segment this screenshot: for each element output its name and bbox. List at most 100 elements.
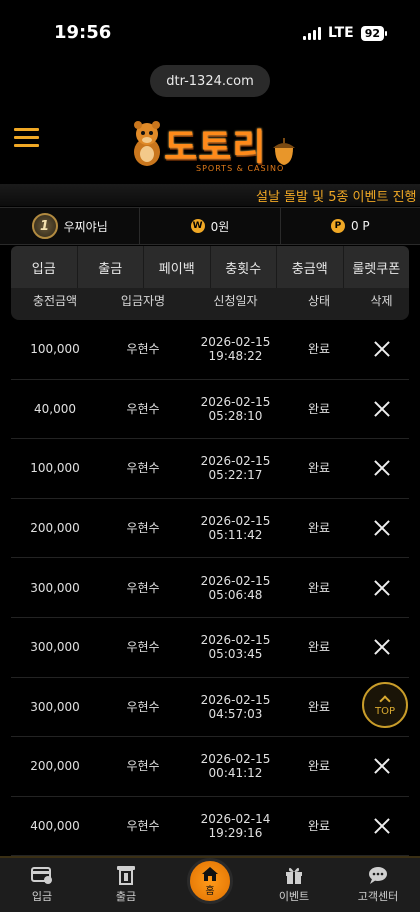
cell-date-time: 05:03:45 bbox=[208, 647, 263, 662]
delete-x-icon[interactable] bbox=[374, 639, 390, 655]
withdraw-icon bbox=[117, 866, 135, 885]
cell-delete bbox=[354, 401, 409, 417]
url-bar[interactable]: dtr-1324.com bbox=[150, 65, 270, 97]
cell-amount: 300,000 bbox=[30, 640, 80, 655]
column-header-depositor: 입금자명 bbox=[120, 293, 166, 308]
tab-charge-count[interactable]: 충횟수 bbox=[209, 246, 277, 288]
delete-x-icon[interactable] bbox=[374, 341, 390, 357]
cell-date: 2026-02-15 05:06:48 bbox=[187, 574, 284, 602]
cell-amount: 40,000 bbox=[34, 401, 76, 416]
cell-date-time: 00:41:12 bbox=[208, 766, 263, 781]
logo-text: 도토리 bbox=[164, 127, 267, 168]
chat-icon bbox=[369, 867, 387, 884]
table-row: 40,000 우현수 2026-02-15 05:28:10 완료 bbox=[11, 380, 409, 440]
delete-x-icon[interactable] bbox=[374, 401, 390, 417]
tab-deposit[interactable]: 입금 bbox=[11, 246, 77, 288]
chevron-up-icon bbox=[379, 695, 391, 707]
cell-delete bbox=[354, 460, 409, 476]
tab-roulette-coupon[interactable]: 룰렛쿠폰 bbox=[342, 246, 410, 288]
cell-date-day: 2026-02-15 bbox=[200, 633, 271, 648]
site-header: 도토리 SPORTS & CASINO bbox=[0, 108, 420, 188]
menu-icon[interactable] bbox=[14, 128, 39, 148]
cell-status: 완료 bbox=[307, 640, 331, 655]
nav-home-button[interactable]: 홈 bbox=[187, 858, 233, 904]
cell-depositor: 우현수 bbox=[126, 759, 160, 774]
cell-status: 완료 bbox=[307, 819, 331, 834]
cell-date-day: 2026-02-15 bbox=[200, 752, 271, 767]
cell-amount: 200,000 bbox=[30, 521, 80, 536]
history-tabs: 입금 출금 페이백 충횟수 충금액 룰렛쿠폰 bbox=[11, 246, 409, 288]
status-bar: 19:56 LTE 92 bbox=[0, 0, 420, 62]
cell-date: 2026-02-15 05:03:45 bbox=[187, 633, 284, 661]
cell-delete bbox=[354, 758, 409, 774]
delete-x-icon[interactable] bbox=[374, 580, 390, 596]
cell-depositor: 우현수 bbox=[126, 521, 160, 536]
cell-date-time: 04:57:03 bbox=[208, 706, 263, 721]
cell-date-day: 2026-02-15 bbox=[200, 514, 271, 529]
user-profile[interactable]: 1 우찌야님 bbox=[0, 208, 139, 244]
network-label: LTE bbox=[327, 25, 354, 41]
nav-event-label: 이벤트 bbox=[278, 890, 310, 903]
table-header: 충전금액 입금자명 신청일자 상태 삭제 bbox=[11, 288, 409, 320]
delete-x-icon[interactable] bbox=[374, 460, 390, 476]
scroll-top-button[interactable]: TOP bbox=[362, 682, 408, 728]
table-row: 300,000 우현수 2026-02-15 04:57:03 완료 bbox=[11, 678, 409, 738]
site-logo[interactable]: 도토리 SPORTS & CASINO bbox=[128, 116, 298, 180]
cell-depositor: 우현수 bbox=[126, 401, 160, 416]
cell-date: 2026-02-15 05:11:42 bbox=[187, 514, 284, 542]
table-row: 200,000 우현수 2026-02-15 00:41:12 완료 bbox=[11, 737, 409, 797]
cell-date-time: 19:29:16 bbox=[208, 826, 263, 841]
cell-date: 2026-02-15 04:57:03 bbox=[187, 693, 284, 721]
cell-date: 2026-02-15 00:41:12 bbox=[187, 752, 284, 780]
cell-date-time: 05:06:48 bbox=[208, 587, 263, 602]
cell-delete bbox=[354, 818, 409, 834]
cell-date-time: 05:22:17 bbox=[208, 468, 263, 483]
notice-marquee: 설날 돌발 및 5종 이벤트 진행 bbox=[0, 184, 420, 206]
table-row: 300,000 우현수 2026-02-15 05:03:45 완료 bbox=[11, 618, 409, 678]
cell-status: 완료 bbox=[307, 699, 331, 714]
status-indicators: LTE 92 bbox=[302, 25, 388, 41]
cell-amount: 300,000 bbox=[30, 580, 80, 595]
deposit-icon bbox=[31, 867, 52, 884]
nav-home-label: 홈 bbox=[205, 885, 215, 897]
cell-date-day: 2026-02-15 bbox=[200, 573, 271, 588]
nav-event[interactable]: 이벤트 bbox=[252, 858, 336, 912]
delete-x-icon[interactable] bbox=[374, 758, 390, 774]
tab-charge-amount[interactable]: 충금액 bbox=[276, 246, 343, 288]
table-row: 200,000 우현수 2026-02-15 05:11:42 완료 bbox=[11, 499, 409, 559]
cell-status: 완료 bbox=[307, 461, 331, 476]
cell-date-day: 2026-02-15 bbox=[200, 454, 271, 469]
user-info-bar: 1 우찌야님 W 0원 P 0 P bbox=[0, 207, 420, 245]
column-header-amount: 충전금액 bbox=[32, 293, 78, 308]
cell-amount: 300,000 bbox=[30, 699, 80, 714]
user-nickname: 우찌야님 bbox=[63, 219, 108, 234]
money-coin-icon: W bbox=[190, 219, 205, 233]
cell-delete bbox=[354, 639, 409, 655]
level-badge-icon: 1 bbox=[31, 213, 58, 239]
battery-icon: 92 bbox=[360, 25, 388, 41]
cell-status: 완료 bbox=[307, 342, 331, 357]
cell-status: 완료 bbox=[307, 580, 331, 595]
user-points[interactable]: P 0 P bbox=[279, 208, 420, 244]
tab-payback[interactable]: 페이백 bbox=[143, 246, 210, 288]
cell-date: 2026-02-15 19:48:22 bbox=[187, 335, 284, 363]
user-money[interactable]: W 0원 bbox=[139, 208, 279, 244]
squirrel-mascot-icon bbox=[134, 121, 160, 166]
cell-amount: 100,000 bbox=[30, 342, 80, 357]
cell-amount: 200,000 bbox=[30, 759, 80, 774]
marquee-text: 설날 돌발 및 5종 이벤트 진행 bbox=[256, 190, 417, 205]
delete-x-icon[interactable] bbox=[374, 520, 390, 536]
column-header-date: 신청일자 bbox=[213, 293, 258, 308]
cell-depositor: 우현수 bbox=[126, 461, 160, 476]
cell-date-time: 05:11:42 bbox=[208, 528, 263, 543]
cell-date-day: 2026-02-14 bbox=[200, 812, 271, 827]
nav-deposit[interactable]: 입금 bbox=[0, 858, 84, 912]
tab-withdraw[interactable]: 출금 bbox=[76, 246, 144, 288]
table-row: 300,000 우현수 2026-02-15 05:06:48 완료 bbox=[11, 558, 409, 618]
delete-x-icon[interactable] bbox=[374, 818, 390, 834]
cell-depositor: 우현수 bbox=[126, 699, 160, 714]
column-header-delete: 삭제 bbox=[370, 293, 393, 308]
nav-support[interactable]: 고객센터 bbox=[336, 858, 420, 912]
nav-withdraw[interactable]: 출금 bbox=[84, 858, 168, 912]
signal-icon bbox=[302, 26, 321, 40]
